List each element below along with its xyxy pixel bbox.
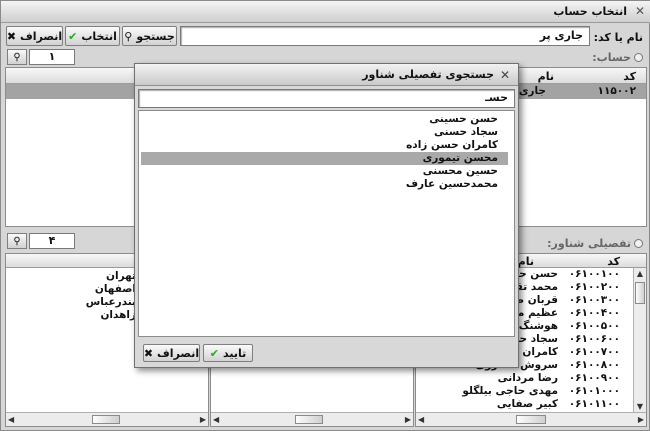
account-name: جاری: [518, 85, 546, 97]
dialog-search-input[interactable]: حسـ: [138, 89, 515, 108]
search-input[interactable]: جاری پر: [180, 26, 590, 46]
list-item[interactable]: محمدحسین عارف: [141, 178, 508, 191]
close-icon[interactable]: ✕: [635, 4, 645, 18]
list-item[interactable]: حسن حسینی: [141, 113, 508, 126]
dialog-results-list[interactable]: حسن حسینی سجاد حسنی کامران حسن زاده محسن…: [138, 110, 515, 337]
details-radio-label: تفصیلی شناور:: [547, 237, 631, 250]
middle-horizontal-scrollbar[interactable]: ◀ ▶: [211, 412, 413, 426]
cancel-x-icon: ✖: [143, 346, 154, 360]
left-horizontal-scrollbar[interactable]: ◀ ▶: [6, 412, 208, 426]
search-button-label: جستجو: [136, 29, 175, 43]
detail-search-dialog: ✕ جستجوی تفصیلی شناور حسـ حسن حسینی سجاد…: [134, 63, 519, 368]
scrollbar-thumb[interactable]: [92, 415, 120, 424]
account-code: ۱۱۵۰۰۲: [597, 85, 636, 97]
table-row[interactable]: ۰۶۱۰۰۹۰۰ رضا مردانی: [416, 372, 632, 385]
scroll-left-icon[interactable]: ◀: [213, 415, 219, 424]
city-item[interactable]: تهران: [106, 270, 136, 282]
column-header-name: نام: [537, 70, 554, 83]
row-code: ۰۶۱۰۱۱۰۰: [568, 398, 620, 410]
row-code: ۰۶۱۰۰۹۰۰: [568, 372, 620, 384]
city-item[interactable]: بندرعباس: [86, 296, 136, 308]
city-item[interactable]: زاهدان: [100, 309, 136, 321]
list-item-selected[interactable]: محسن تیموری: [141, 152, 508, 165]
row-code: ۰۶۱۰۰۴۰۰: [568, 307, 620, 319]
scrollbar-thumb[interactable]: [635, 282, 645, 304]
scroll-left-icon[interactable]: ◀: [418, 415, 424, 424]
row-code: ۰۶۱۰۰۳۰۰: [568, 294, 620, 306]
select-button-label: انتخاب: [81, 29, 117, 43]
dialog-title: جستجوی تفصیلی شناور: [362, 68, 494, 81]
search-label: نام یا کد:: [593, 31, 643, 44]
dialog-cancel-button[interactable]: انصراف ✖: [143, 344, 200, 362]
scroll-left-icon[interactable]: ◀: [8, 415, 14, 424]
close-icon[interactable]: ✕: [500, 68, 510, 82]
dialog-ok-label: تایید: [222, 346, 247, 360]
cancel-x-icon: ✖: [6, 29, 17, 43]
select-button[interactable]: انتخاب ✔: [65, 26, 120, 46]
list-item[interactable]: سجاد حسنی: [141, 126, 508, 139]
cancel-button-label: انصراف: [20, 29, 63, 43]
window-title: انتخاب حساب: [553, 5, 627, 18]
scroll-right-icon[interactable]: ▶: [405, 415, 411, 424]
accounts-find-button[interactable]: ⚲: [7, 49, 27, 65]
dialog-cancel-label: انصراف: [157, 346, 200, 360]
accounts-count: ۱: [29, 49, 75, 65]
row-code: ۰۶۱۰۰۲۰۰: [568, 281, 620, 293]
details-count: ۴: [29, 233, 75, 249]
list-item[interactable]: حسین محسنی: [141, 165, 508, 178]
table-row[interactable]: ۰۶۱۰۱۰۰۰ مهدی حاجی بیلگلو: [416, 385, 632, 398]
details-horizontal-scrollbar[interactable]: ◀ ▶: [416, 412, 646, 426]
row-code: ۰۶۱۰۰۶۰۰: [568, 333, 620, 345]
list-item[interactable]: کامران حسن زاده: [141, 139, 508, 152]
window-titlebar: ✕ انتخاب حساب: [1, 1, 650, 23]
scroll-right-icon[interactable]: ▶: [638, 415, 644, 424]
details-find-button[interactable]: ⚲: [7, 233, 27, 249]
column-header-name: نام: [517, 255, 534, 268]
row-code: ۰۶۱۰۰۸۰۰: [568, 359, 620, 371]
binoculars-icon: ⚲: [13, 235, 21, 247]
binoculars-icon: ⚲: [124, 29, 133, 43]
scroll-right-icon[interactable]: ▶: [200, 415, 206, 424]
accounts-radio[interactable]: [634, 53, 643, 62]
row-name: کبیر صفایی: [496, 398, 558, 410]
scrollbar-thumb[interactable]: [516, 415, 546, 424]
row-code: ۰۶۱۰۰۵۰۰: [568, 320, 620, 332]
row-code: ۰۶۱۰۱۰۰۰: [568, 385, 620, 397]
column-header-code: کد: [607, 255, 620, 268]
details-radio[interactable]: [634, 239, 643, 248]
scroll-up-icon[interactable]: ▲: [634, 269, 646, 278]
account-selection-window: ✕ انتخاب حساب نام یا کد: جاری پر جستجو ⚲…: [0, 0, 650, 431]
details-vertical-scrollbar[interactable]: ▲ ▼: [633, 268, 646, 412]
row-name: مهدی حاجی بیلگلو: [462, 385, 558, 397]
row-code: ۰۶۱۰۰۱۰۰: [568, 268, 620, 280]
scroll-down-icon[interactable]: ▼: [634, 402, 646, 411]
city-item[interactable]: اصفهان: [95, 283, 136, 295]
dialog-titlebar: ✕ جستجوی تفصیلی شناور: [135, 64, 518, 86]
row-code: ۰۶۱۰۰۷۰۰: [568, 346, 620, 358]
checkmark-icon: ✔: [209, 346, 219, 360]
cancel-button[interactable]: انصراف ✖: [6, 26, 63, 46]
scrollbar-thumb[interactable]: [295, 415, 323, 424]
search-button[interactable]: جستجو ⚲: [122, 26, 177, 46]
binoculars-icon: ⚲: [13, 51, 21, 63]
accounts-radio-label: حساب:: [592, 51, 631, 64]
table-row[interactable]: ۰۶۱۰۱۱۰۰ کبیر صفایی: [416, 398, 632, 411]
row-name: رضا مردانی: [497, 372, 558, 384]
checkmark-icon: ✔: [68, 29, 78, 43]
dialog-ok-button[interactable]: تایید ✔: [203, 344, 253, 362]
column-header-code: کد: [623, 70, 636, 83]
